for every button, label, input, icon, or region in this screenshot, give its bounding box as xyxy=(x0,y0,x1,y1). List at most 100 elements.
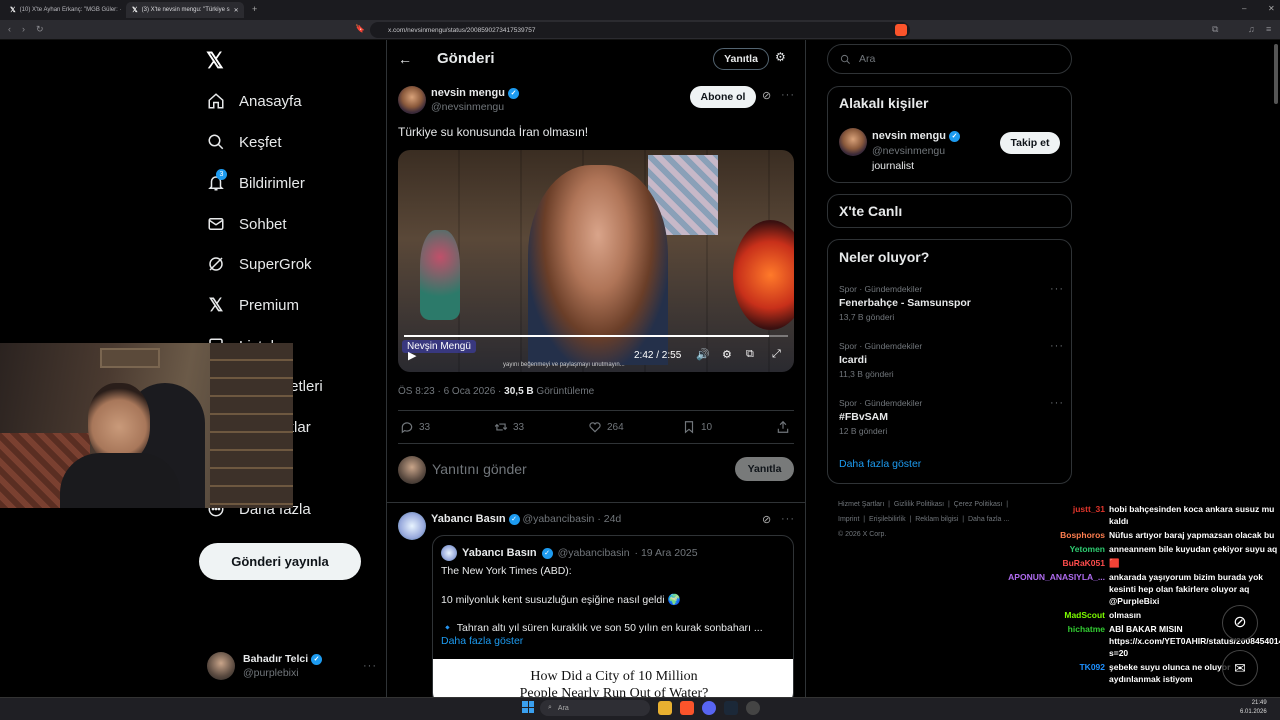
show-more-link[interactable]: Daha fazla göster xyxy=(839,458,921,470)
retweet-action[interactable]: 33 xyxy=(494,420,524,434)
more-icon[interactable]: ··· xyxy=(363,660,377,672)
tab-title: (10) X'te Ayhan Erkanç: "MGB Güler: · xyxy=(19,7,122,13)
mail-icon[interactable]: ✉ xyxy=(1222,650,1258,686)
reply-action[interactable]: 33 xyxy=(400,420,430,434)
taskbar-search-label: Ara xyxy=(557,704,569,712)
bookmark-page-icon[interactable]: 🔖 xyxy=(355,24,365,33)
more-icon[interactable]: ··· xyxy=(781,513,795,525)
reply-icon xyxy=(401,422,413,434)
video-player[interactable]: Nevşin Mengü ▶ 2:42 / 2:55 🔊 ⚙ ⧉ ⤢ yayın… xyxy=(398,150,794,372)
grok-icon[interactable]: ⊘ xyxy=(1222,605,1258,641)
sidebar-item-label: Anasayfa xyxy=(239,92,302,110)
home-icon xyxy=(208,93,224,109)
scrollbar-thumb[interactable] xyxy=(1274,44,1278,104)
new-tab-icon[interactable]: + xyxy=(252,4,257,14)
avatar[interactable] xyxy=(398,86,426,114)
card-title: Alakalı kişiler xyxy=(839,95,929,111)
x-logo-icon[interactable]: 𝕏 xyxy=(206,48,224,74)
back-icon[interactable]: ‹ xyxy=(8,24,11,34)
footer-link[interactable]: Reklam bilgisi xyxy=(915,516,958,523)
file-explorer-icon[interactable] xyxy=(658,701,672,715)
follow-button[interactable]: Takip et xyxy=(1000,132,1060,154)
post-button[interactable]: Gönderi yayınla xyxy=(199,543,361,580)
pip-icon[interactable]: ⧉ xyxy=(746,348,754,361)
sliders-icon[interactable]: ⚙ xyxy=(775,50,786,64)
minimize-icon[interactable]: – xyxy=(1242,4,1246,13)
avatar xyxy=(398,456,426,484)
retweet-icon xyxy=(494,423,508,431)
grok-icon xyxy=(209,257,223,271)
sidebar-item-supergrok[interactable]: SuperGrok xyxy=(207,250,312,278)
grok-icon[interactable]: ⊘ xyxy=(762,89,771,102)
search-input[interactable]: Ara xyxy=(827,44,1072,74)
close-tab-icon[interactable]: ✕ xyxy=(234,7,239,14)
trend-name: Fenerbahçe - Samsunspor xyxy=(839,297,971,309)
reload-icon[interactable]: ↻ xyxy=(36,24,44,35)
verified-icon: ✓ xyxy=(541,547,553,559)
more-icon[interactable]: ··· xyxy=(1050,396,1064,410)
sidebar-item-chat[interactable]: Sohbet xyxy=(207,210,287,238)
url-bar[interactable]: x.com/nevsinmengu/status/200859027341753… xyxy=(370,22,910,38)
footer-link[interactable]: Hizmet Şartları xyxy=(838,501,884,508)
settings-icon[interactable]: ⚙ xyxy=(722,348,732,361)
trend-count: 13,7 B gönderi xyxy=(839,312,895,322)
sidebar-item-notifications[interactable]: 3 Bildirimler xyxy=(207,169,305,197)
trend-item[interactable]: Spor · Gündemdekiler Fenerbahçe - Samsun… xyxy=(839,282,1064,324)
close-window-icon[interactable]: ✕ xyxy=(1268,4,1275,13)
avatar[interactable] xyxy=(839,128,867,156)
menu-icon[interactable]: ≡ xyxy=(1266,24,1271,34)
footer-link[interactable]: Erişilebilirlik xyxy=(869,516,906,523)
reply-header-button[interactable]: Yanıtla xyxy=(713,48,769,70)
chat-text: Nüfus artıyor baraj yapmazsan olacak bu xyxy=(1109,530,1275,540)
tweet-date: · 19 Ara 2025 xyxy=(634,547,698,559)
reply-input[interactable]: Yanıtını gönder xyxy=(432,461,527,477)
reply-tweet-header[interactable]: Yabancı Basın ✓ @yabancibasin · 24d xyxy=(431,513,621,525)
avatar[interactable] xyxy=(398,512,426,540)
play-icon[interactable]: ▶ xyxy=(408,349,416,362)
retweet-count: 33 xyxy=(513,421,525,433)
volume-icon[interactable]: 🔊 xyxy=(696,348,710,361)
quoted-tweet[interactable]: Yabancı Basın ✓ @yabancibasin · 19 Ara 2… xyxy=(432,535,794,705)
trend-item[interactable]: Spor · Gündemdekiler #FBvSAM 12 B gönder… xyxy=(839,396,1064,438)
reply-button[interactable]: Yanıtla xyxy=(735,457,794,481)
taskbar-search[interactable]: ⌕ Ara xyxy=(540,700,650,716)
related-person[interactable]: nevsin mengu ✓ @nevsinmengu journalist xyxy=(872,129,961,174)
back-arrow-icon[interactable]: ← xyxy=(398,51,412,67)
footer-link[interactable]: Gizlilik Politikası xyxy=(894,501,944,508)
trend-item[interactable]: Spor · Gündemdekiler Icardi 11,3 B gönde… xyxy=(839,339,1064,381)
brave-browser-icon[interactable] xyxy=(680,701,694,715)
more-icon[interactable]: ··· xyxy=(781,89,795,101)
video-progress-track[interactable] xyxy=(404,335,788,337)
quoted-line: 10 milyonluk kent susuzluğun eşiğine nas… xyxy=(441,594,681,606)
sidebar-item-premium[interactable]: 𝕏 Premium xyxy=(207,291,299,319)
windows-start-icon[interactable] xyxy=(522,701,534,713)
sidebar-item-explore[interactable]: Keşfet xyxy=(207,128,282,156)
more-icon[interactable]: ··· xyxy=(1050,339,1064,353)
steam-icon[interactable] xyxy=(724,701,738,715)
footer-link[interactable]: Imprint xyxy=(838,516,859,523)
decor-vase xyxy=(420,230,460,320)
browser-tab-active[interactable]: 𝕏 (3) X'te nevsin mengu: "Türkiye s ✕ xyxy=(126,2,244,18)
wall-frame xyxy=(100,348,160,368)
more-icon[interactable]: ··· xyxy=(1050,282,1064,296)
author-handle: @yabancibasin xyxy=(522,513,595,525)
music-icon[interactable]: ♫ xyxy=(1248,24,1255,34)
account-switcher[interactable]: Bahadır Telci ✓ @purplebixi ··· xyxy=(207,650,377,682)
discord-icon[interactable] xyxy=(702,701,716,715)
fullscreen-icon[interactable]: ⤢ xyxy=(772,348,781,361)
streamer-body xyxy=(60,453,180,508)
show-more-link[interactable]: Daha fazla göster xyxy=(441,635,523,647)
bookmark-action[interactable]: 10 xyxy=(682,420,712,434)
sidebar-item-home[interactable]: Anasayfa xyxy=(207,87,302,115)
like-action[interactable]: 264 xyxy=(588,420,624,434)
share-action[interactable] xyxy=(776,420,790,434)
brave-shield-icon[interactable] xyxy=(895,24,907,36)
subscribe-button[interactable]: Abone ol xyxy=(690,86,756,108)
extensions-icon[interactable]: ⧉ xyxy=(1212,24,1218,35)
forward-icon[interactable]: › xyxy=(22,24,25,34)
browser-tab[interactable]: 𝕏 (10) X'te Ayhan Erkanç: "MGB Güler: · xyxy=(4,2,122,18)
grok-icon[interactable]: ⊘ xyxy=(762,513,771,526)
obs-icon[interactable] xyxy=(746,701,760,715)
url-text: x.com/nevsinmengu/status/200859027341753… xyxy=(388,26,536,34)
tweet-author[interactable]: nevsin mengu ✓ @nevsinmengu xyxy=(431,86,520,114)
